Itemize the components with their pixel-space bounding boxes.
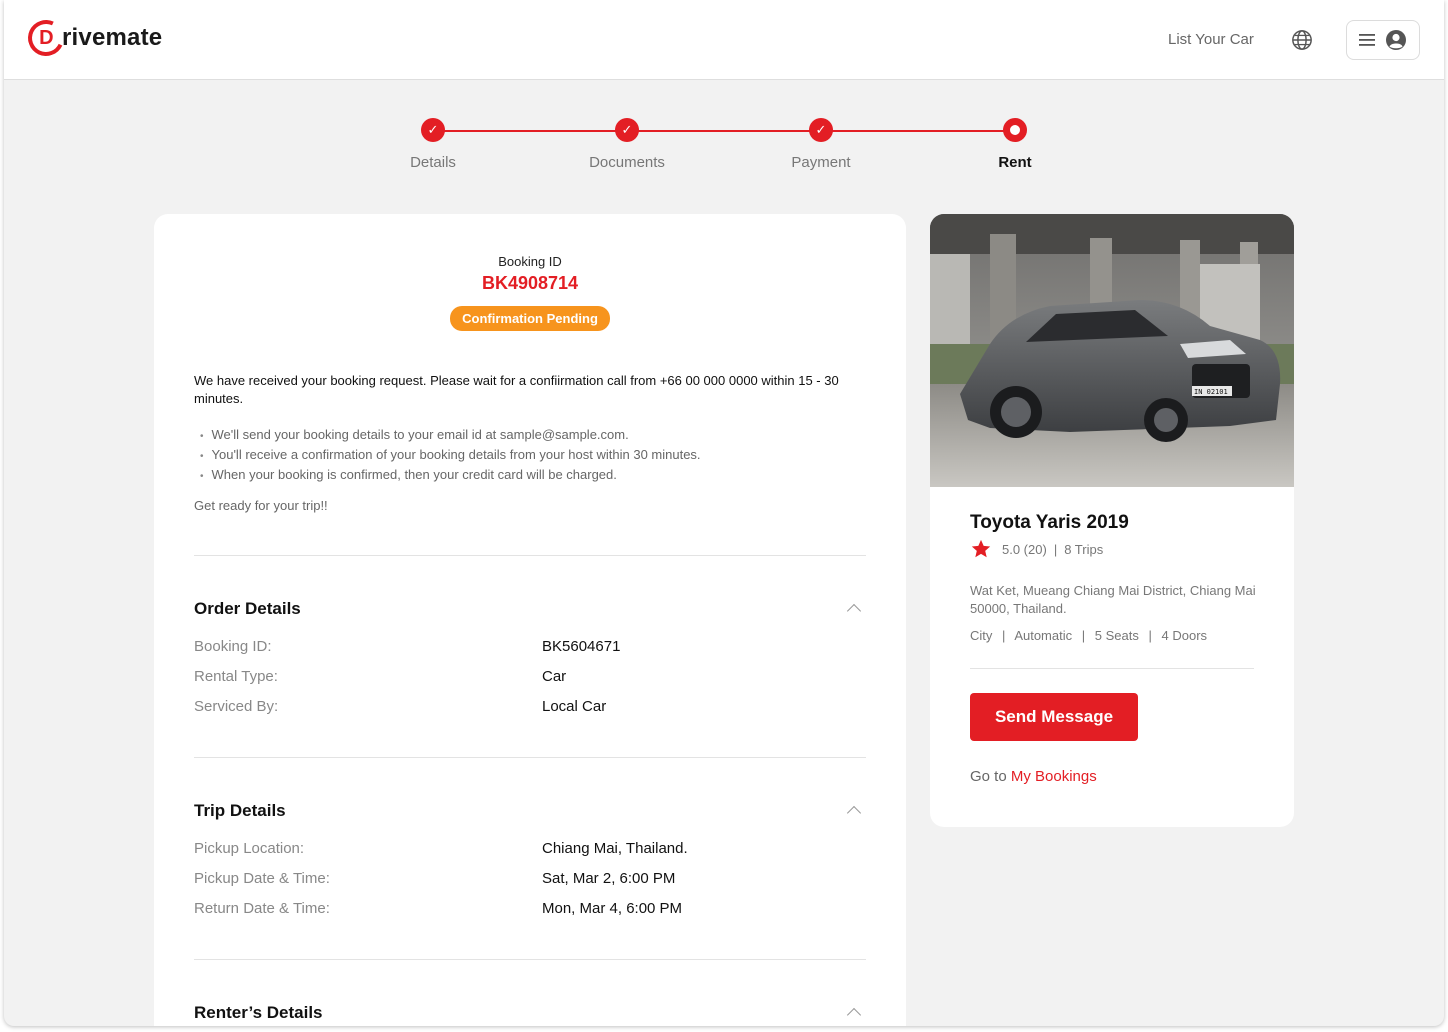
booking-id-value: BK4908714 <box>481 273 579 293</box>
license-plate-text: IN 02101 <box>1194 388 1228 396</box>
separator: | <box>1053 541 1058 557</box>
current-step-icon <box>1003 118 1027 142</box>
booking-message: We have received your booking request. P… <box>194 373 839 406</box>
booking-stepper: ✓ Details ✓ Documents ✓ Payment Rent <box>4 118 1444 178</box>
row-value: Car <box>542 668 567 685</box>
drivemate-logo[interactable]: D rivemate <box>22 14 163 62</box>
star-icon <box>971 539 991 558</box>
rating-value: 5.0 (20) <box>1002 541 1047 557</box>
step-rent: Rent <box>945 118 1085 171</box>
row-value: Mon, Mar 4, 6:00 PM <box>542 900 683 917</box>
send-message-button[interactable]: Send Message <box>970 693 1138 741</box>
row-value: Sat, Mar 2, 6:00 PM <box>542 870 676 887</box>
list-item: We'll send your booking details to your … <box>200 426 701 446</box>
step-documents: ✓ Documents <box>557 118 697 171</box>
check-icon: ✓ <box>615 118 639 142</box>
step-label: Rent <box>998 154 1032 171</box>
divider <box>194 757 866 758</box>
trip-count: 8 Trips <box>1064 541 1104 557</box>
row-value: BK5604671 <box>542 638 621 655</box>
status-badge: Confirmation Pending <box>450 306 610 331</box>
step-payment: ✓ Payment <box>751 118 891 171</box>
logo-mark: D <box>22 14 70 62</box>
list-item: When your booking is confirmed, then you… <box>200 466 701 486</box>
feature-seats: 5 Seats <box>1094 628 1139 643</box>
check-icon: ✓ <box>421 118 445 142</box>
booking-id-label: Booking ID <box>498 254 562 269</box>
row-label: Serviced By: <box>194 698 279 715</box>
booking-notes-list: We'll send your booking details to your … <box>200 426 701 486</box>
row-label: Pickup Date & Time: <box>194 870 330 887</box>
renter-details-title[interactable]: Renter’s Details <box>194 1003 323 1023</box>
user-avatar-icon <box>1386 30 1406 50</box>
divider <box>194 959 866 960</box>
car-address: Wat Ket, Mueang Chiang Mai District, Chi… <box>970 583 1256 616</box>
feature-doors: 4 Doors <box>1161 628 1208 643</box>
globe-icon[interactable] <box>1291 29 1313 51</box>
chevron-up-icon[interactable] <box>846 603 862 619</box>
list-item: You'll receive a confirmation of your bo… <box>200 446 701 466</box>
goto-prefix: Go to <box>970 768 1007 785</box>
row-value: Chiang Mai, Thailand. <box>542 840 688 857</box>
row-label: Rental Type: <box>194 668 278 685</box>
car-name: Toyota Yaris 2019 <box>970 512 1129 533</box>
booking-header: Booking ID BK4908714 Confirmation Pendin… <box>154 254 906 331</box>
booking-card: Booking ID BK4908714 Confirmation Pendin… <box>154 214 906 1026</box>
row-label: Return Date & Time: <box>194 900 330 917</box>
feature-type: City <box>970 628 993 643</box>
step-details: ✓ Details <box>363 118 503 171</box>
chevron-up-icon[interactable] <box>846 805 862 821</box>
hamburger-icon <box>1359 34 1375 46</box>
row-label: Pickup Location: <box>194 840 305 857</box>
check-icon: ✓ <box>809 118 833 142</box>
goto-bookings: Go to My Bookings <box>970 768 1097 785</box>
car-photo: IN 02101 <box>930 214 1294 487</box>
step-label: Details <box>410 154 456 171</box>
ready-text: Get ready for your trip!! <box>194 498 328 513</box>
list-your-car-link[interactable]: List Your Car <box>1168 31 1254 48</box>
stepper-progress-line <box>432 130 1014 132</box>
app-window: D rivemate List Your Car ✓ Details ✓ Doc… <box>4 0 1444 1026</box>
top-header: D rivemate List Your Car <box>4 0 1444 80</box>
order-details-title[interactable]: Order Details <box>194 599 301 619</box>
step-label: Payment <box>791 154 851 171</box>
divider <box>970 668 1254 669</box>
car-rating: 5.0 (20) | 8 Trips <box>970 538 1103 560</box>
feature-transmission: Automatic <box>1014 628 1073 643</box>
row-label: Booking ID: <box>194 638 272 655</box>
car-features: City | Automatic | 5 Seats | 4 Doors <box>970 628 1208 643</box>
car-summary-card: IN 02101 Toyota Yaris 2019 5.0 (20) | 8 … <box>930 214 1294 827</box>
account-menu-button[interactable] <box>1346 20 1420 60</box>
divider <box>194 555 866 556</box>
trip-details-title[interactable]: Trip Details <box>194 801 286 821</box>
row-value: Local Car <box>542 698 607 715</box>
step-label: Documents <box>589 154 665 171</box>
my-bookings-link[interactable]: My Bookings <box>1011 768 1097 785</box>
logo-text: rivemate <box>62 24 163 51</box>
chevron-up-icon[interactable] <box>846 1007 862 1023</box>
